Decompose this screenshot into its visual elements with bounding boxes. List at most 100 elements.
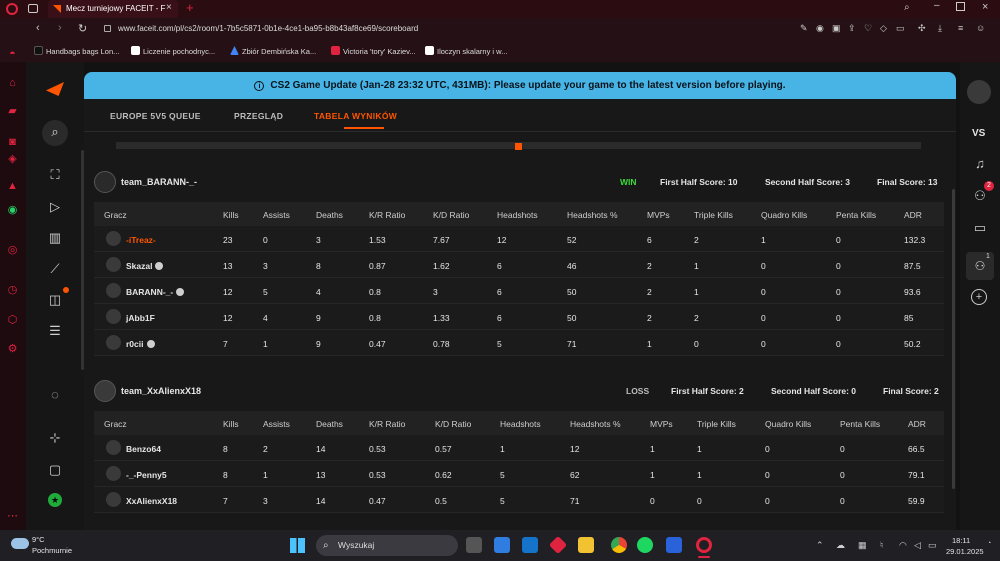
bookmark-heart-icon[interactable]: ♡ bbox=[864, 23, 872, 34]
column-header[interactable]: Kills bbox=[223, 419, 239, 429]
share-icon[interactable]: ⇪ bbox=[848, 23, 856, 34]
player-name[interactable]: -_-Penny5 bbox=[126, 470, 167, 480]
column-header[interactable]: Deaths bbox=[316, 419, 343, 429]
column-header[interactable]: ADR bbox=[908, 419, 926, 429]
clock-date[interactable]: 29.01.2025 bbox=[946, 547, 984, 556]
player-avatar[interactable] bbox=[106, 283, 121, 298]
more-icon[interactable]: ⋯ bbox=[6, 510, 19, 523]
notification-center-icon[interactable]: ◔ bbox=[987, 540, 991, 547]
opera-menu-icon[interactable] bbox=[6, 3, 18, 15]
weather-temp[interactable]: 9°C bbox=[32, 535, 45, 544]
tab-close-icon[interactable]: × bbox=[166, 2, 172, 13]
store-icon[interactable] bbox=[494, 537, 510, 553]
edit-icon[interactable]: ✎ bbox=[800, 23, 808, 34]
vs-label[interactable]: VS bbox=[972, 128, 985, 139]
timeline-marker[interactable] bbox=[515, 143, 522, 150]
column-header[interactable]: Deaths bbox=[316, 210, 343, 220]
column-header[interactable]: K/D Ratio bbox=[435, 419, 471, 429]
minimize-icon[interactable]: – bbox=[934, 0, 940, 11]
maximize-icon[interactable] bbox=[956, 2, 965, 11]
file-explorer-icon[interactable] bbox=[578, 537, 594, 553]
easy-setup-icon[interactable]: ≡ bbox=[958, 23, 963, 33]
bookmark-item[interactable]: Iloczyn skalarny i w... bbox=[425, 46, 507, 56]
player-avatar[interactable] bbox=[106, 309, 121, 324]
column-header[interactable]: Triple Kills bbox=[694, 210, 733, 220]
weather-desc[interactable]: Pochmurnie bbox=[32, 546, 72, 555]
cube-icon[interactable]: ▣ bbox=[832, 23, 841, 34]
leaderboard-icon[interactable]: ☰ bbox=[46, 322, 64, 340]
team-name[interactable]: team_BARANN-_- bbox=[121, 177, 197, 187]
column-header[interactable]: K/D Ratio bbox=[433, 210, 469, 220]
profile-icon[interactable]: ☺ bbox=[976, 23, 985, 33]
onedrive-icon[interactable]: ☁ bbox=[836, 540, 845, 551]
start-icon[interactable] bbox=[290, 538, 305, 553]
player-name[interactable]: Benzo64 bbox=[126, 444, 161, 454]
column-header[interactable]: MVPs bbox=[647, 210, 670, 220]
column-header[interactable]: Quadro Kills bbox=[761, 210, 807, 220]
outlook-icon[interactable] bbox=[522, 537, 538, 553]
bell-icon[interactable]: ♫ bbox=[970, 154, 990, 174]
find-match-icon[interactable]: ⛶ bbox=[46, 166, 64, 184]
watch-icon[interactable]: ◫ bbox=[46, 291, 64, 309]
column-header[interactable]: Penta Kills bbox=[840, 419, 880, 429]
create-icon[interactable]: ⊹ bbox=[46, 429, 64, 447]
table-row[interactable]: Skazal 13 3 8 0.87 1.62 6 46 2 1 0 0 87.5 bbox=[94, 252, 944, 278]
search-button[interactable]: ⌕ bbox=[42, 120, 68, 146]
add-friend-icon[interactable]: + bbox=[971, 289, 987, 305]
clock-time[interactable]: 18:11 bbox=[952, 536, 970, 545]
forward-icon[interactable]: › bbox=[58, 22, 62, 34]
camera-icon[interactable]: ◉ bbox=[816, 23, 824, 34]
spotify-icon[interactable] bbox=[637, 537, 653, 553]
table-row[interactable]: BARANN-_- 12 5 4 0.8 3 6 50 2 1 0 0 93.6 bbox=[94, 278, 944, 304]
new-tab-icon[interactable]: + bbox=[186, 0, 194, 15]
player-name[interactable]: Skazal bbox=[126, 261, 164, 271]
column-header[interactable]: Headshots bbox=[497, 210, 538, 220]
player-name[interactable]: BARANN-_- bbox=[126, 287, 185, 297]
tab-overview[interactable]: PRZEGLĄD bbox=[234, 111, 283, 121]
history-icon[interactable]: ◷ bbox=[6, 284, 19, 297]
whatsapp-icon[interactable]: ◉ bbox=[6, 204, 19, 217]
column-header[interactable]: Kills bbox=[223, 210, 239, 220]
wallet-icon[interactable]: ▭ bbox=[896, 23, 905, 34]
downloads-icon[interactable]: ⤓ bbox=[938, 23, 942, 34]
player-avatar[interactable] bbox=[106, 466, 121, 481]
column-header[interactable]: Assists bbox=[263, 419, 290, 429]
tab-overview-icon[interactable] bbox=[28, 4, 38, 13]
team-name[interactable]: team_XxAlienxX18 bbox=[121, 386, 201, 396]
back-icon[interactable]: ‹ bbox=[36, 22, 40, 34]
player-name[interactable]: XxAlienxX18 bbox=[126, 496, 177, 506]
table-row[interactable]: Benzo64 8 2 14 0.53 0.57 1 12 1 1 0 0 66.5 bbox=[94, 435, 944, 461]
browser-tab[interactable]: Mecz turniejowy FACEIT - F bbox=[48, 0, 178, 18]
search-tabs-icon[interactable]: ⌕ bbox=[904, 2, 910, 13]
content-scrollbar[interactable] bbox=[952, 189, 955, 489]
column-header[interactable]: Quadro Kills bbox=[765, 419, 811, 429]
bookmark-item[interactable]: Victoria 'tory' Kaziev... bbox=[331, 46, 416, 56]
shop-icon[interactable]: ▢ bbox=[46, 461, 64, 479]
bookmark-item[interactable]: Zbiór Dembińska Ka... bbox=[230, 46, 316, 56]
column-header[interactable]: MVPs bbox=[650, 419, 673, 429]
player-avatar[interactable] bbox=[106, 231, 121, 246]
aria-icon[interactable]: ◓ bbox=[6, 48, 19, 61]
column-header[interactable]: ADR bbox=[904, 210, 922, 220]
play-icon[interactable]: ▷ bbox=[46, 198, 64, 216]
volume-icon[interactable]: ◁ bbox=[914, 540, 921, 551]
player-avatar[interactable] bbox=[106, 257, 121, 272]
app-blue-icon[interactable] bbox=[666, 537, 682, 553]
column-header[interactable]: Headshots % bbox=[567, 210, 618, 220]
premium-icon[interactable]: ★ bbox=[48, 493, 62, 507]
extensions-sidebar-icon[interactable]: ⬡ bbox=[6, 314, 19, 327]
task-view-icon[interactable] bbox=[466, 537, 482, 553]
column-header[interactable]: Triple Kills bbox=[697, 419, 736, 429]
pinboard-icon[interactable]: ◎ bbox=[6, 244, 19, 257]
column-header[interactable]: Assists bbox=[263, 210, 290, 220]
table-row[interactable]: XxAlienxX18 7 3 14 0.47 0.5 5 71 0 0 0 0 59.9 bbox=[94, 487, 944, 513]
shopping-icon[interactable]: ⌂ bbox=[6, 77, 19, 90]
tray-chevron-icon[interactable]: ⌃ bbox=[816, 540, 824, 551]
table-row[interactable]: -_-Penny5 8 1 13 0.53 0.62 5 62 1 1 0 0 79.1 bbox=[94, 461, 944, 487]
clubs-icon[interactable]: ◌ bbox=[46, 386, 64, 404]
chrome-icon[interactable] bbox=[611, 537, 627, 553]
table-row[interactable]: jAbb1F 12 4 9 0.8 1.33 6 50 2 2 0 0 85 bbox=[94, 304, 944, 330]
table-row[interactable]: r0cii 7 1 9 0.47 0.78 5 71 1 0 0 0 50.2 bbox=[94, 330, 944, 356]
player-icon[interactable]: ▲ bbox=[6, 180, 19, 193]
column-header[interactable]: Headshots bbox=[500, 419, 541, 429]
